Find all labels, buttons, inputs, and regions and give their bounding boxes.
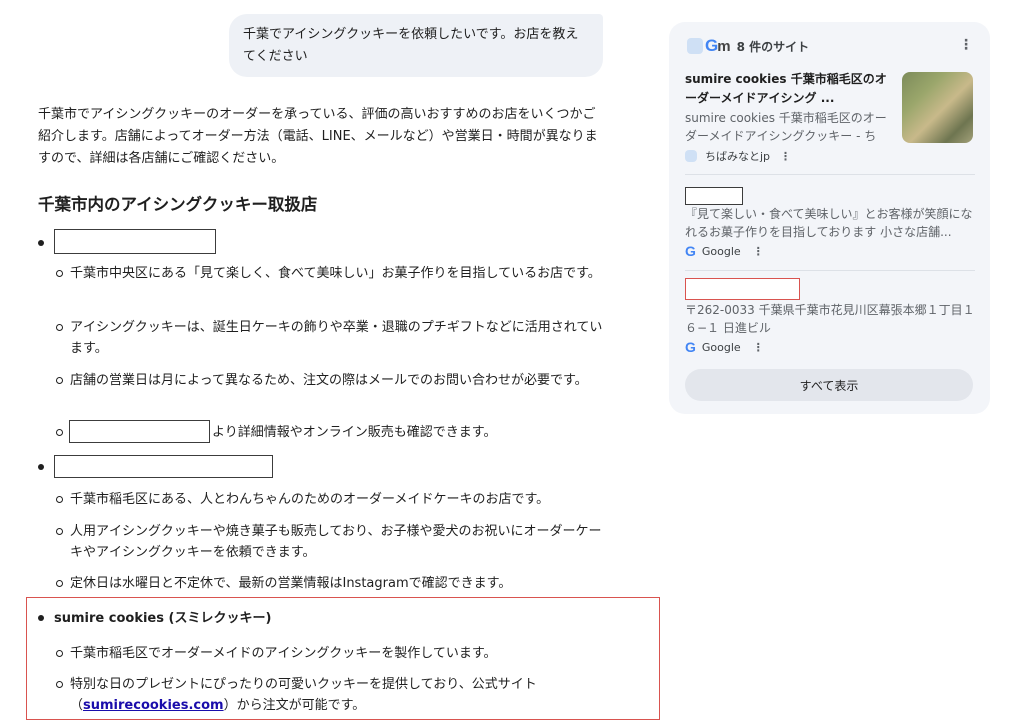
- shop2-name-redacted: [54, 455, 273, 478]
- site-favicon-icon: [685, 150, 697, 162]
- answer-intro: 千葉市でアイシングクッキーのオーダーを承っている、評価の高いおすすめのお店をいく…: [38, 107, 598, 166]
- user-message-text: 千葉でアイシングクッキーを依頼したいです。お店を教えてください: [243, 27, 579, 64]
- sources-panel: G m 8 件のサイト ⋮ sumire cookies 千葉市稲毛区のオーダー…: [669, 22, 990, 414]
- shop1-link-suffix: より詳細情報やオンライン販売も確認できます。: [212, 425, 497, 440]
- source-desc: sumire cookies 千葉市稲毛区のオーダーメイドアイシングクッキー -…: [685, 111, 887, 143]
- google-logo-icon: G: [685, 339, 696, 355]
- more-vert-icon[interactable]: ⋮: [753, 341, 764, 354]
- shop1-detail: 店舗の営業日は月によって異なるため、注文の際はメールでのお問い合わせが必要です。: [70, 373, 588, 388]
- shop1-detail: 千葉市中央区にある「見て楽しく、食べて美味しい」お菓子作りを目指しているお店です…: [70, 266, 601, 281]
- list-bullet: [38, 240, 44, 246]
- more-vert-icon[interactable]: ⋮: [780, 150, 791, 163]
- source-site[interactable]: G Google ⋮: [685, 243, 764, 259]
- source-desc: 『見て楽しい・食べて美味しい』とお客様が笑顔になれるお菓子作りを目指しております…: [685, 207, 973, 239]
- sub-bullet: [56, 580, 63, 587]
- google-logo-icon: G: [705, 36, 719, 55]
- source-thumbnail[interactable]: [902, 72, 973, 143]
- source-site[interactable]: G Google ⋮: [685, 339, 764, 355]
- source2-title-redacted[interactable]: [685, 187, 743, 205]
- m-logo-icon: m: [717, 37, 731, 55]
- shop2-detail: 千葉市稲毛区にある、人とわんちゃんのためのオーダーメイドケーキのお店です。: [70, 492, 550, 507]
- divider: [685, 270, 975, 271]
- sub-bullet: [56, 270, 63, 277]
- source-title[interactable]: sumire cookies 千葉市稲毛区のオーダーメイドアイシング ...: [685, 70, 891, 108]
- site-favicon-icon: [687, 38, 703, 54]
- sources-count: 8 件のサイト: [736, 39, 810, 54]
- sub-bullet: [56, 429, 63, 436]
- section-heading: 千葉市内のアイシングクッキー取扱店: [38, 195, 318, 214]
- sub-bullet: [56, 496, 63, 503]
- sub-bullet: [56, 324, 63, 331]
- show-all-button[interactable]: すべて表示: [685, 369, 973, 401]
- source-site-name: Google: [701, 340, 741, 354]
- shop2-detail: 定休日は水曜日と不定休で、最新の営業情報はInstagramで確認できます。: [70, 576, 512, 591]
- divider: [685, 174, 975, 175]
- more-vert-icon[interactable]: ⋮: [959, 38, 973, 52]
- source3-title-redacted[interactable]: [685, 278, 800, 300]
- highlight-box: [26, 597, 660, 720]
- google-logo-icon: G: [685, 243, 696, 259]
- shop1-name-redacted: [54, 229, 216, 254]
- sub-bullet: [56, 528, 63, 535]
- shop1-link-redacted[interactable]: [69, 420, 210, 443]
- source-desc: 〒262-0033 千葉県千葉市花見川区幕張本郷１丁目１６−１ 日進ビル: [685, 303, 975, 335]
- source-site-name: ちばみなとjp: [705, 150, 771, 163]
- source-site[interactable]: ちばみなとjp ⋮: [685, 148, 791, 164]
- list-bullet: [38, 464, 44, 470]
- sub-bullet: [56, 377, 63, 384]
- user-message-bubble: 千葉でアイシングクッキーを依頼したいです。お店を教えてください: [229, 14, 603, 77]
- more-vert-icon[interactable]: ⋮: [753, 245, 764, 258]
- shop2-detail: 人用アイシングクッキーや焼き菓子も販売しており、お子様や愛犬のお祝いにオーダーケ…: [70, 524, 602, 560]
- shop1-detail: アイシングクッキーは、誕生日ケーキの飾りや卒業・退職のプチギフトなどに活用されて…: [70, 320, 603, 356]
- source-site-name: Google: [701, 244, 741, 258]
- sources-header[interactable]: G m 8 件のサイト: [687, 36, 809, 56]
